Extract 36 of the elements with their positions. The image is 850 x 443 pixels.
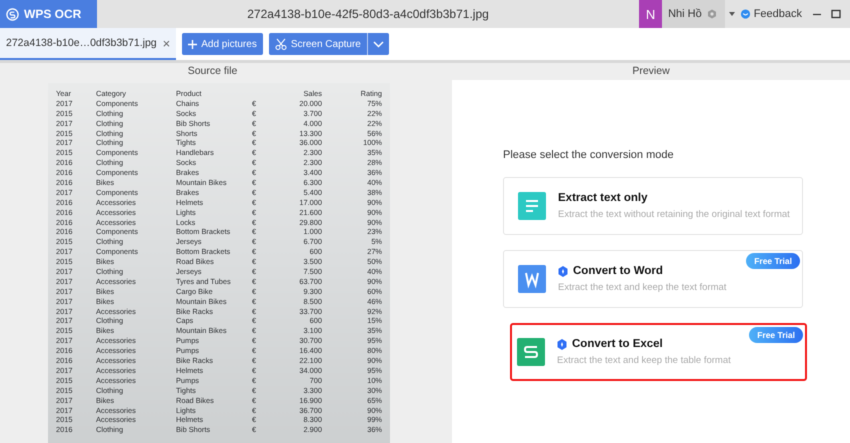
prompt-text: Please select the conversion mode [503,149,675,161]
text-lines-icon [518,192,546,220]
panel-title: Preview [452,63,850,80]
add-pictures-button[interactable]: Add pictures [182,33,263,55]
letter-w-icon [518,265,546,293]
option-description: Extract the text and keep the text format [558,282,726,293]
caret-icon[interactable] [728,12,735,16]
maximize-icon[interactable] [831,9,841,19]
app-logo: WPS OCR [0,0,97,28]
badge-icon [706,9,717,19]
scissors-icon [274,38,287,50]
user-name: Nhi Hồ [668,8,702,20]
screen-capture-button[interactable]: Screen Capture [268,33,367,55]
conversion-option[interactable]: Extract text only Extract the text without retaining the original text format [503,177,803,235]
free-trial-badge: Free Trial [746,253,800,269]
letter-s-icon [517,338,545,366]
option-title: Convert to Excel [572,338,663,350]
panel-title: Source file [186,64,238,79]
file-name: 272a4138-b10e…0df3b3b71.jpg [6,37,157,49]
plus-icon [188,40,198,48]
free-trial-badge: Free Trial [749,327,803,343]
conversion-option[interactable]: Convert to Word Extract the text and keep the text format Free Trial [503,250,803,308]
file-tab[interactable]: 272a4138-b10e…0df3b3b71.jpg × [0,28,176,60]
option-title: Extract text only [558,192,648,204]
chevron-down-icon [372,40,384,48]
option-description: Extract the text and keep the table format [557,355,731,366]
feedback-button[interactable]: Feedback [740,8,802,20]
logo-icon [6,8,19,20]
conversion-option[interactable]: Convert to Excel Extract the text and keep the table format Free Trial [510,323,807,381]
chat-icon [740,8,751,20]
user-avatar[interactable]: N [639,0,662,28]
option-title: Convert to Word [573,265,663,277]
window-title: 272a4138-b10e-42f5-80d3-a4c0df3b3b71.jpg [246,7,490,21]
close-button[interactable]: × [162,36,170,50]
dropdown-button[interactable] [366,33,389,55]
option-description: Extract the text without retaining the original text format [558,209,790,220]
